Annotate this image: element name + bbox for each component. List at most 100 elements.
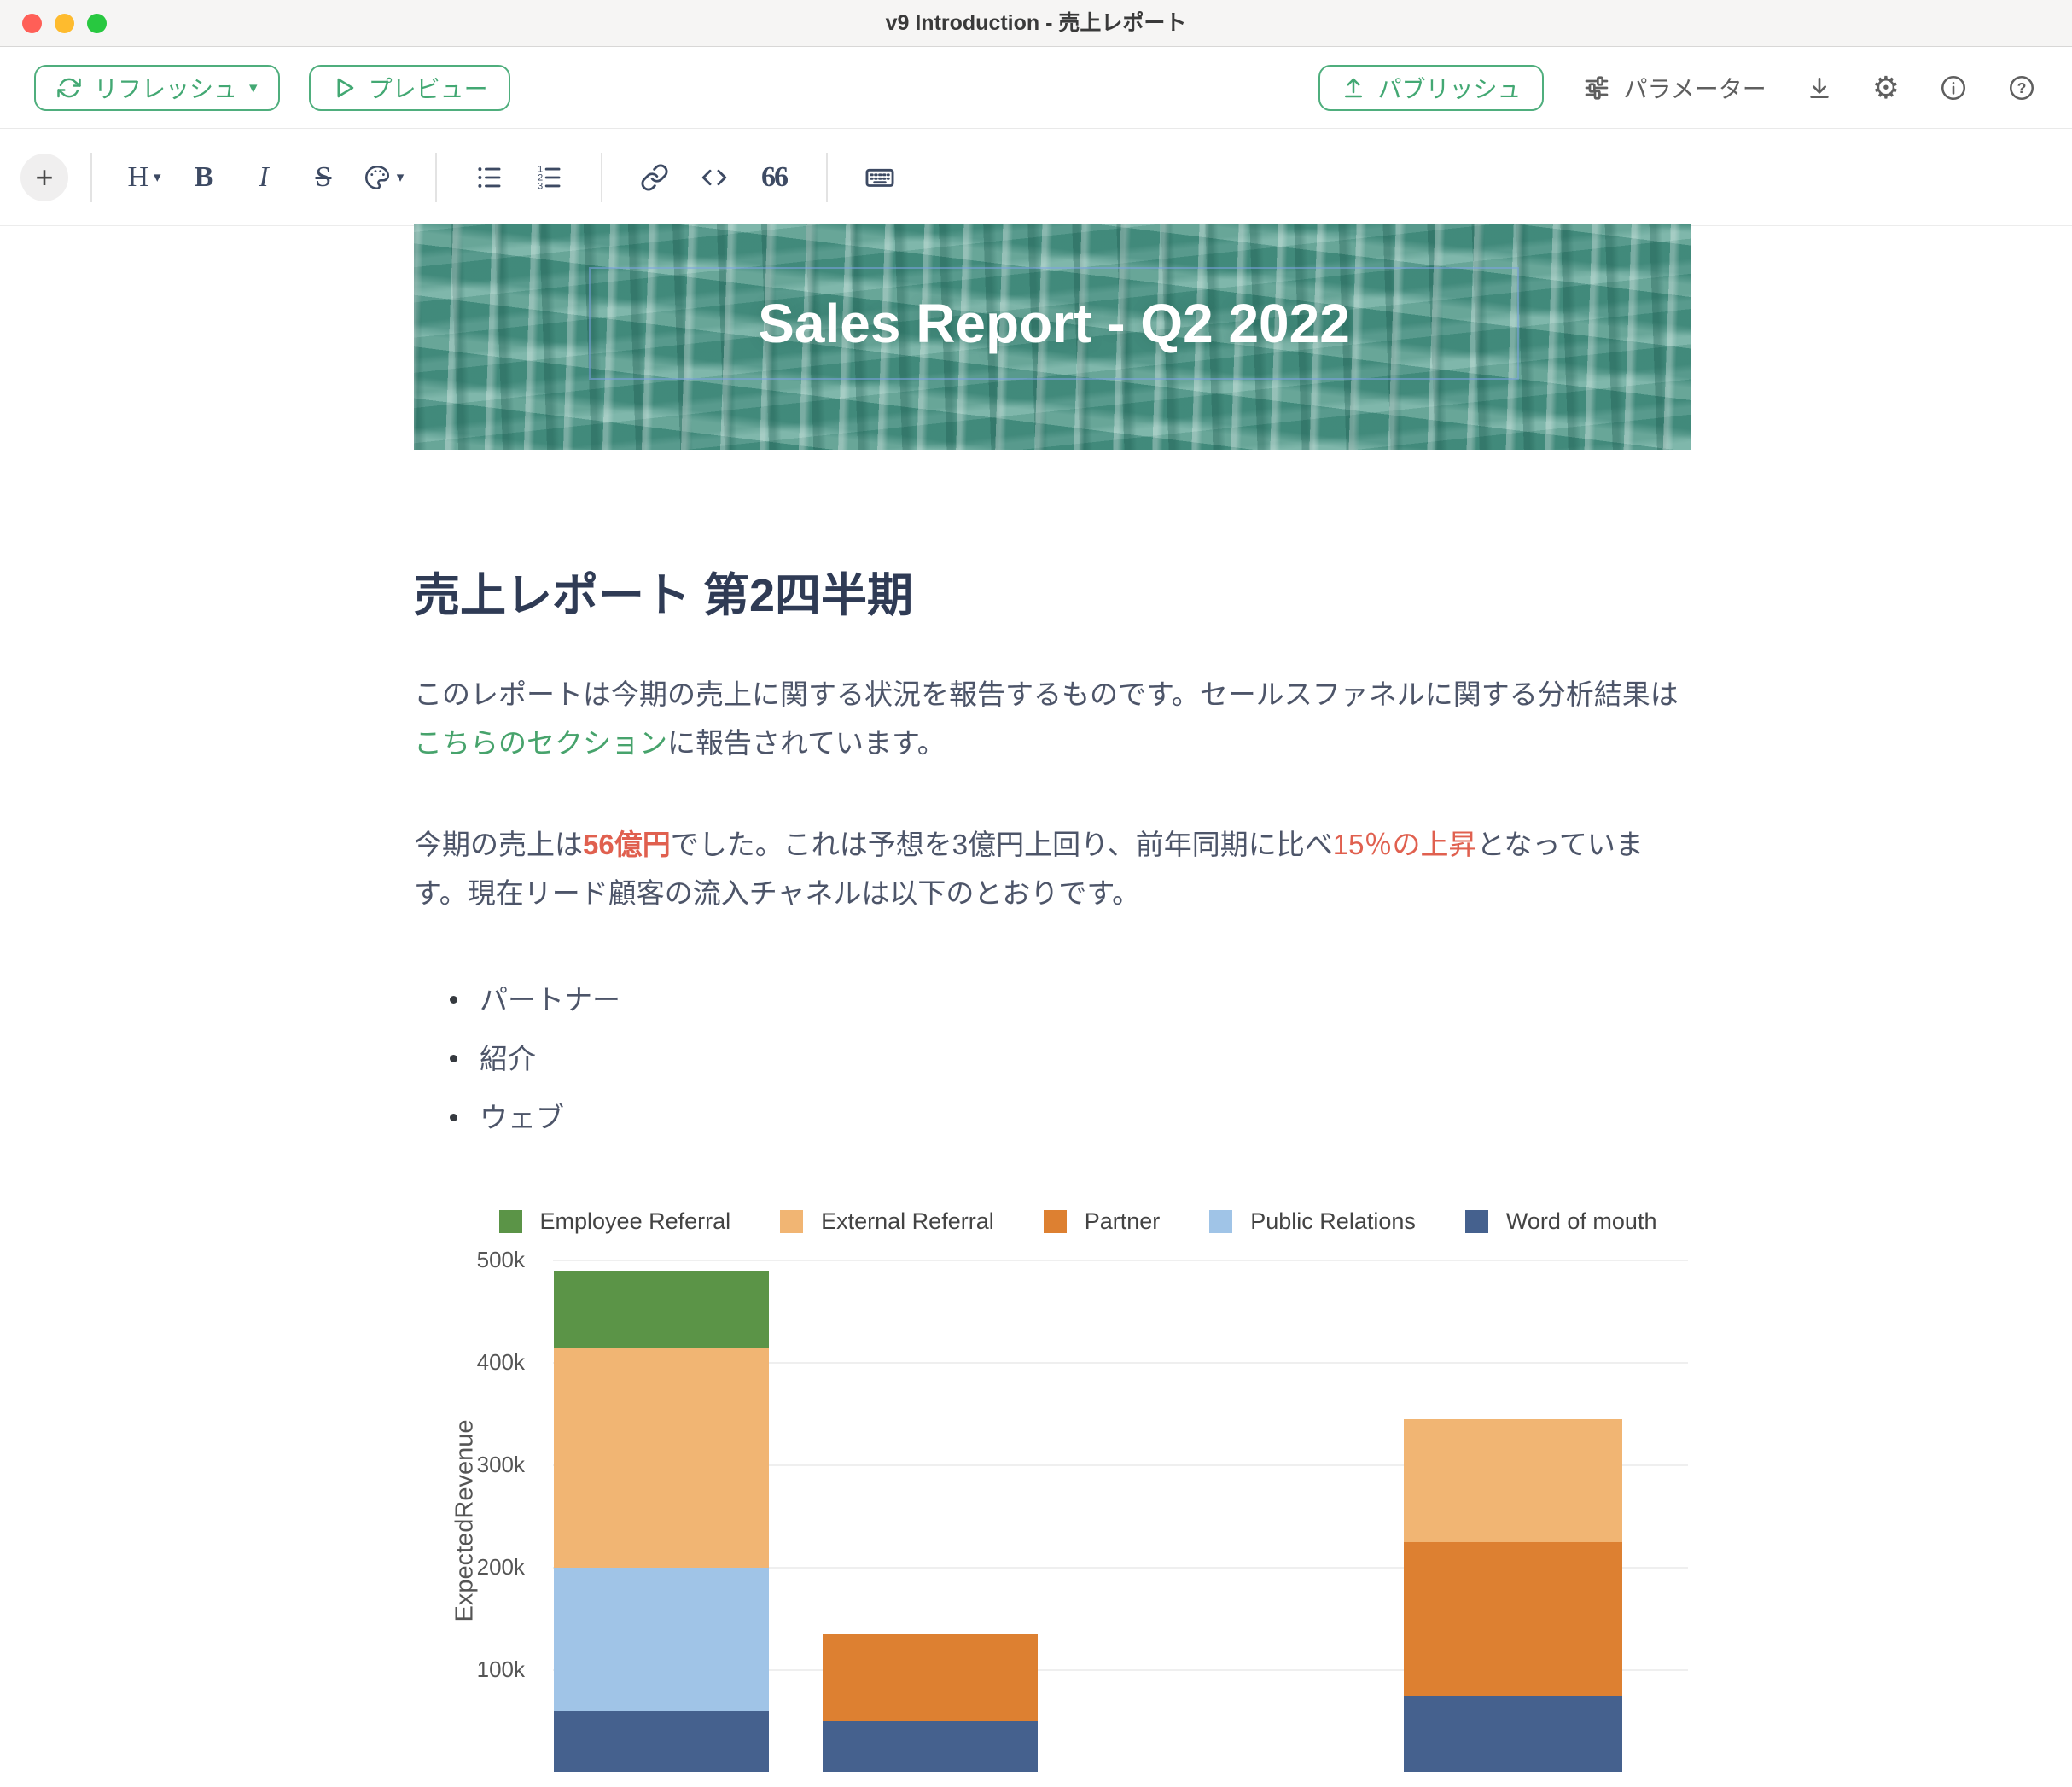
bar-segment[interactable]	[554, 1348, 769, 1568]
toolbar-divider	[826, 153, 828, 202]
legend-swatch	[780, 1210, 803, 1233]
link-icon	[640, 163, 669, 192]
stacked-bar-chart: ExpectedRevenue Employee Referral Externa…	[414, 1198, 1691, 1787]
blockquote-button[interactable]: 66	[747, 150, 801, 205]
legend-label: Partner	[1085, 1208, 1161, 1235]
y-tick-label: 400k	[431, 1349, 525, 1376]
bar-segment[interactable]	[1404, 1696, 1622, 1772]
section-link[interactable]: こちらのセクション	[414, 727, 667, 759]
titlebar: v9 Introduction - 売上レポート	[0, 0, 2072, 47]
heading-style-label: H	[127, 161, 148, 194]
channel-list: パートナー 紹介 ウェブ	[450, 975, 1691, 1142]
list-item: パートナー	[450, 975, 1691, 1024]
svg-text:3: 3	[538, 181, 543, 191]
italic-button[interactable]: I	[236, 150, 291, 205]
hero-title-selection-box[interactable]: Sales Report - Q2 2022	[589, 267, 1519, 380]
list-item-label: パートナー	[480, 975, 620, 1024]
svg-text:?: ?	[2017, 79, 2027, 96]
y-tick-label: 300k	[431, 1452, 525, 1478]
chevron-down-icon: ▾	[397, 169, 405, 186]
list-item: ウェブ	[450, 1093, 1691, 1142]
list-item: 紹介	[450, 1034, 1691, 1083]
bullet-list-icon	[474, 163, 503, 192]
window-title: v9 Introduction - 売上レポート	[0, 0, 2072, 47]
toolbar-left: リフレッシュ ▾ プレビュー	[34, 65, 510, 111]
gridline	[553, 1260, 1688, 1261]
toolbar-divider	[435, 153, 437, 202]
bold-button[interactable]: B	[177, 150, 231, 205]
preview-label: プレビュー	[369, 71, 488, 105]
doc-toolbar: リフレッシュ ▾ プレビュー パブリッシュ	[0, 48, 2072, 129]
legend-swatch	[1465, 1210, 1488, 1233]
code-icon	[700, 163, 729, 192]
numbered-list-icon: 1 2 3	[534, 163, 563, 192]
heading-style-button[interactable]: H ▾	[117, 150, 172, 205]
download-icon	[1806, 74, 1833, 102]
numbered-list-button[interactable]: 1 2 3	[521, 150, 576, 205]
growth-highlight: 15％の上昇	[1333, 829, 1477, 860]
palette-icon	[363, 163, 392, 192]
legend-label: External Referral	[821, 1208, 994, 1235]
settings-button[interactable]: ⚙	[1872, 73, 1900, 103]
help-button[interactable]: ?	[2007, 73, 2036, 102]
keyboard-shortcuts-button[interactable]	[853, 150, 907, 205]
chevron-down-icon: ▾	[249, 80, 258, 96]
preview-button[interactable]: プレビュー	[309, 65, 510, 111]
gear-icon: ⚙	[1872, 73, 1900, 103]
document-canvas: Sales Report - Q2 2022 売上レポート 第2四半期 このレポ…	[414, 224, 1691, 1787]
parameters-label: パラメーター	[1624, 71, 1766, 105]
quote-icon: 66	[761, 161, 787, 194]
help-icon: ?	[2007, 73, 2036, 102]
y-axis-label: ExpectedRevenue	[451, 1420, 480, 1622]
legend-item[interactable]: Partner	[1044, 1208, 1161, 1235]
parameters-button[interactable]: パラメーター	[1583, 71, 1766, 105]
text-color-button[interactable]: ▾	[356, 150, 410, 205]
format-toolbar: + H ▾ B I S ▾	[0, 130, 2072, 226]
bar-segment[interactable]	[554, 1271, 769, 1348]
play-icon	[331, 75, 357, 101]
chart-legend: Employee Referral External Referral Partne…	[465, 1208, 1691, 1235]
list-item-label: 紹介	[480, 1034, 536, 1083]
toolbar-divider	[90, 153, 92, 202]
toolbar-right: パブリッシュ パラメーター ⚙	[1318, 65, 2036, 111]
bar-segment[interactable]	[554, 1568, 769, 1711]
bar-segment[interactable]	[1404, 1542, 1622, 1696]
intro-paragraph: このレポートは今期の売上に関する状況を報告するものです。セールスファネルに関する…	[414, 670, 1691, 767]
legend-swatch	[499, 1210, 522, 1233]
legend-swatch	[1209, 1210, 1232, 1233]
bar-segment[interactable]	[823, 1721, 1038, 1772]
y-tick-label: 100k	[431, 1656, 525, 1683]
legend-item[interactable]: Public Relations	[1209, 1208, 1416, 1235]
bullet-dot	[450, 1055, 457, 1062]
list-item-label: ウェブ	[480, 1093, 564, 1142]
bar[interactable]	[823, 1634, 1038, 1772]
y-tick-label: 500k	[431, 1247, 525, 1273]
legend-item[interactable]: Word of mouth	[1465, 1208, 1657, 1235]
revenue-highlight: 56億円	[583, 829, 671, 860]
refresh-label: リフレッシュ	[94, 71, 237, 105]
code-block-button[interactable]	[687, 150, 742, 205]
publish-label: パブリッシュ	[1378, 71, 1522, 105]
bar[interactable]	[554, 1271, 769, 1772]
refresh-button[interactable]: リフレッシュ ▾	[34, 65, 280, 111]
y-tick-label: 200k	[431, 1554, 525, 1580]
intro-text-1: このレポートは今期の売上に関する状況を報告するものです。セールスファネルに関する…	[414, 678, 1679, 710]
bullet-list-button[interactable]	[462, 150, 516, 205]
legend-item[interactable]: External Referral	[780, 1208, 994, 1235]
hero-image[interactable]: Sales Report - Q2 2022	[414, 224, 1691, 450]
bar-segment[interactable]	[554, 1711, 769, 1772]
publish-button[interactable]: パブリッシュ	[1318, 65, 1544, 111]
info-button[interactable]	[1939, 73, 1968, 102]
bar-segment[interactable]	[823, 1634, 1038, 1721]
summary-paragraph: 今期の売上は56億円でした。これは予想を3億円上回り、前年同期に比べ15％の上昇…	[414, 820, 1691, 917]
insert-link-button[interactable]	[627, 150, 682, 205]
legend-item[interactable]: Employee Referral	[499, 1208, 731, 1235]
add-cell-button[interactable]: +	[20, 154, 68, 201]
strikethrough-button[interactable]: S	[296, 150, 351, 205]
summary-text-2: でした。これは予想を3億円上回り、前年同期に比べ	[671, 829, 1333, 860]
info-icon	[1939, 73, 1968, 102]
download-button[interactable]	[1806, 74, 1833, 102]
upload-icon	[1341, 75, 1366, 101]
bar-segment[interactable]	[1404, 1419, 1622, 1542]
bar[interactable]	[1404, 1419, 1622, 1772]
